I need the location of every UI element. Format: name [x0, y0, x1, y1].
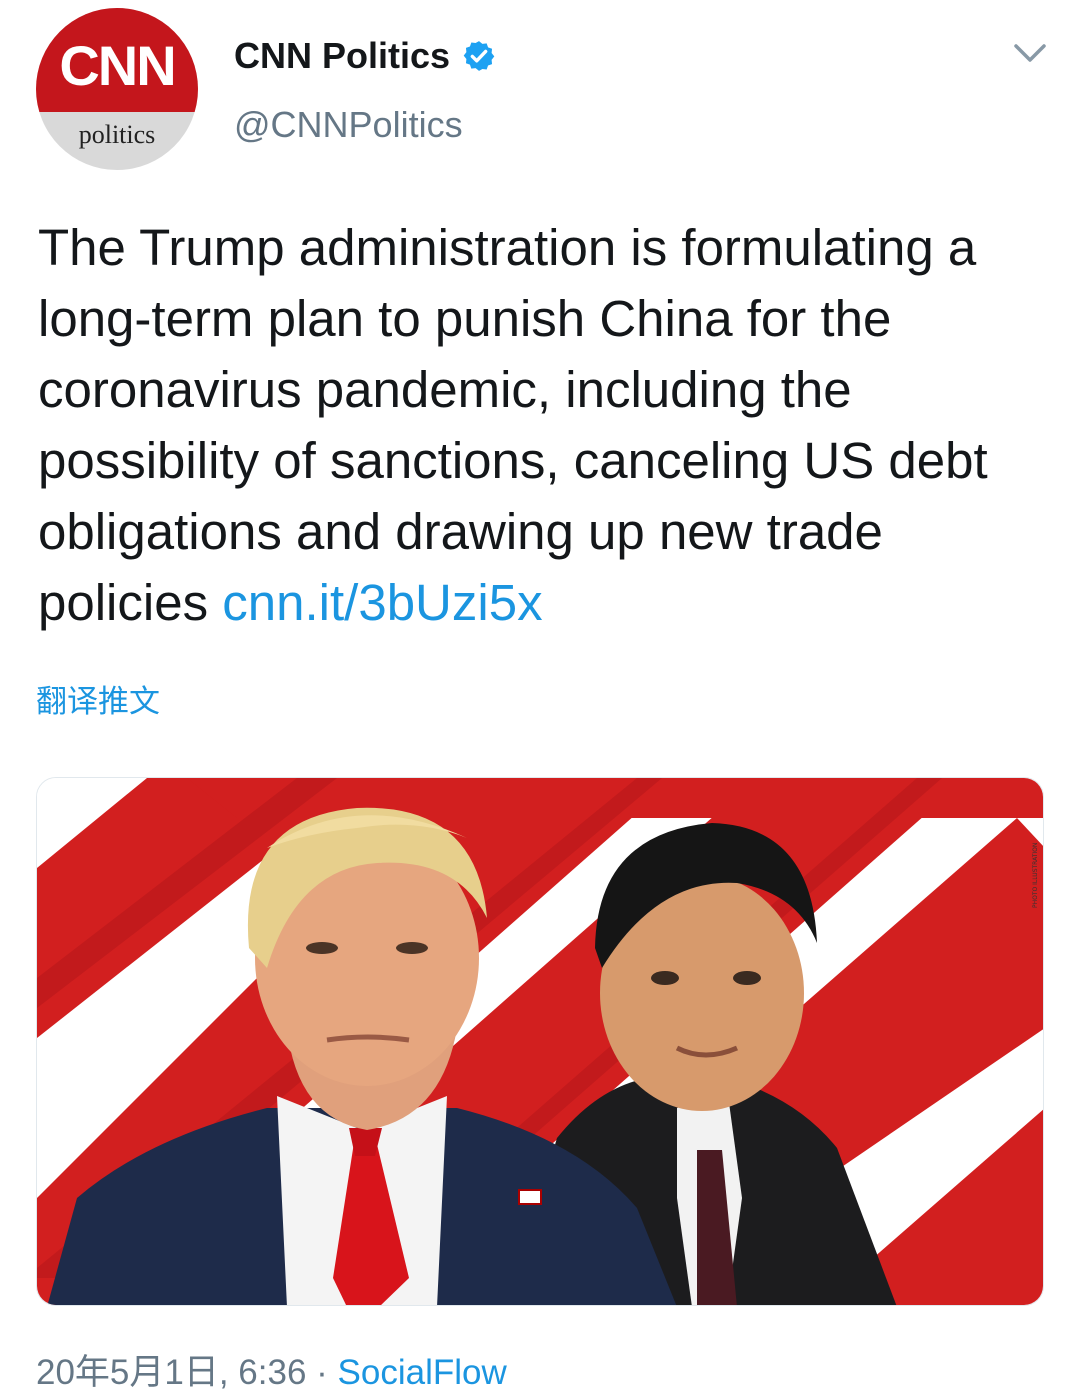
tweet-source-app[interactable]: SocialFlow — [338, 1353, 507, 1392]
avatar-subtitle: politics — [78, 120, 156, 149]
svg-text:PHOTO ILLUSTRATION: PHOTO ILLUSTRATION — [1032, 843, 1039, 908]
tweet-link[interactable]: cnn.it/3bUzi5x — [222, 574, 542, 631]
account-handle[interactable]: @CNNPolitics — [234, 104, 463, 146]
display-name-row[interactable]: CNN Politics — [234, 34, 496, 78]
tweet-footer: 20年5月1日, 6:36 · SocialFlow — [36, 1344, 507, 1395]
chevron-down-icon[interactable] — [1010, 40, 1050, 66]
tweet-card[interactable]: CNN politics CNN Politics @CNNPolitics T… — [0, 0, 1080, 1400]
footer-separator: · — [306, 1353, 338, 1392]
tweet-timestamp[interactable]: 20年5月1日, 6:36 — [36, 1353, 306, 1392]
tweet-body: The Trump administration is formulating … — [38, 219, 988, 631]
verified-badge-icon — [463, 41, 495, 71]
media-photo-illustration: PHOTO ILLUSTRATION — [37, 778, 1043, 1305]
tweet-text: The Trump administration is formulating … — [38, 212, 1058, 638]
cnn-logo: CNN — [59, 34, 176, 97]
display-name[interactable]: CNN Politics — [234, 35, 450, 77]
translate-tweet-link[interactable]: 翻译推文 — [36, 676, 160, 721]
avatar[interactable]: CNN politics — [36, 8, 198, 170]
tweet-media-image[interactable]: PHOTO ILLUSTRATION — [36, 777, 1044, 1306]
